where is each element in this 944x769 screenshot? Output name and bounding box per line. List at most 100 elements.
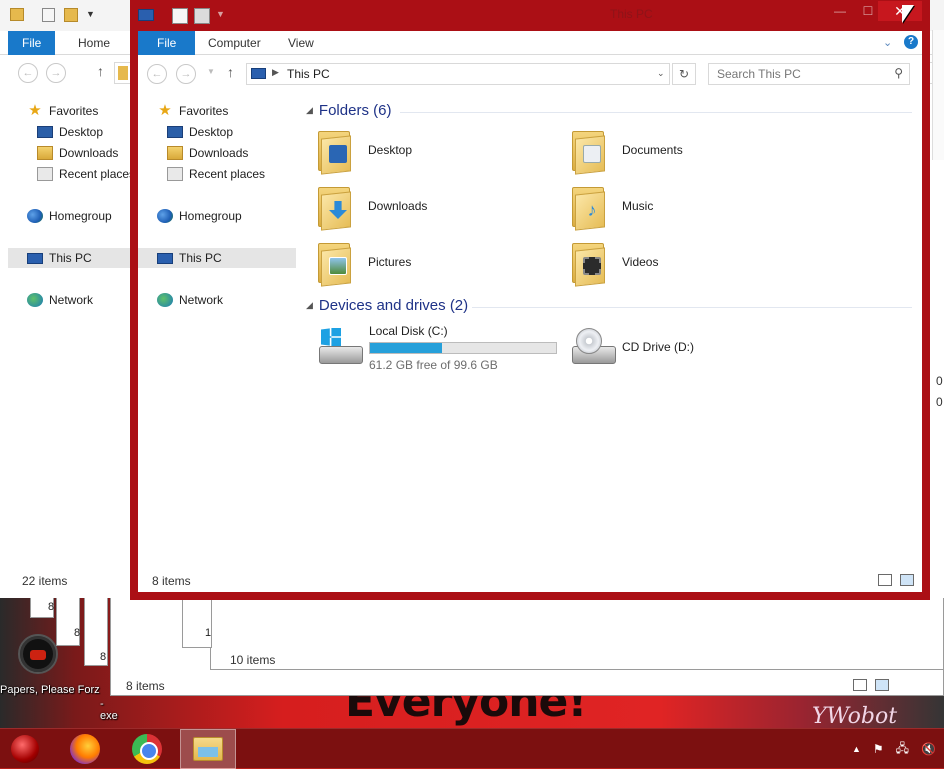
sidebar-item-recent-places[interactable]: Recent places <box>167 167 265 181</box>
recent-locations-icon[interactable]: ▼ <box>207 67 215 76</box>
folder-desktop[interactable]: Desktop <box>318 127 412 175</box>
edge-value: 0 <box>936 395 943 409</box>
computer-icon <box>27 252 43 264</box>
drive-name: Local Disk (C:) <box>369 324 448 338</box>
details-view-icon[interactable] <box>878 574 892 586</box>
search-input[interactable]: Search This PC ⚲ <box>708 63 910 85</box>
properties-icon[interactable] <box>172 8 188 24</box>
new-folder-icon[interactable] <box>64 8 78 22</box>
close-button[interactable]: ✕ <box>878 1 922 21</box>
status-item-count: 22 items <box>22 574 68 588</box>
tab-computer[interactable]: Computer <box>194 31 275 55</box>
sidebar-item-homegroup[interactable]: Homegroup <box>157 209 242 223</box>
taskbar-firefox[interactable] <box>60 729 110 769</box>
status-item-count: 10 items <box>230 653 276 667</box>
computer-icon <box>138 9 154 21</box>
folder-videos[interactable]: Videos <box>572 239 658 287</box>
folder-music[interactable]: ♪ Music <box>572 183 653 231</box>
search-icon[interactable]: ⚲ <box>894 66 903 80</box>
folder-icon <box>318 127 352 175</box>
drive-usage-fill <box>370 343 442 353</box>
breadcrumb-chevron-icon[interactable]: ▶ <box>272 67 279 78</box>
folder-downloads[interactable]: Downloads <box>318 183 427 231</box>
up-button[interactable]: ↑ <box>227 64 234 80</box>
folder-documents[interactable]: Documents <box>572 127 683 175</box>
tab-file[interactable]: File <box>8 31 56 55</box>
hard-drive-icon <box>317 326 365 366</box>
sidebar-item-this-pc[interactable]: This PC <box>27 251 92 265</box>
taskbar-file-explorer[interactable] <box>180 729 236 769</box>
divider <box>472 307 912 308</box>
star-icon: ★ <box>158 102 172 119</box>
sidebar-item-downloads[interactable]: Downloads <box>37 146 118 160</box>
sidebar-item-favorites[interactable]: ★ Favorites <box>157 102 228 119</box>
network-tray-icon[interactable]: 🖧 <box>896 739 909 760</box>
sidebar-item-this-pc[interactable]: This PC <box>157 251 222 265</box>
refresh-button[interactable]: ↻ <box>672 63 696 85</box>
sidebar-item-homegroup[interactable]: Homegroup <box>27 209 112 223</box>
desktop-shortcut-label-ext: -exe <box>100 698 118 722</box>
details-view-icon[interactable] <box>853 679 867 691</box>
downloads-icon <box>37 146 53 160</box>
forward-button[interactable]: → <box>46 63 66 83</box>
homegroup-icon <box>27 209 43 223</box>
explorer-window-front[interactable]: File Computer View ⌄ ? ← → ▼ ↑ ▶ This PC… <box>138 31 922 592</box>
divider <box>400 112 912 113</box>
sidebar-item-desktop[interactable]: Desktop <box>167 125 233 139</box>
mouse-cursor <box>902 5 914 23</box>
tab-home[interactable]: Home <box>64 31 124 55</box>
volume-muted-icon[interactable]: 🔇 <box>921 742 936 756</box>
network-icon <box>27 293 43 307</box>
game-icon <box>18 634 58 674</box>
sidebar-item-network[interactable]: Network <box>157 293 223 307</box>
firefox-icon <box>70 734 100 764</box>
properties-icon[interactable] <box>42 8 55 22</box>
forward-button[interactable]: → <box>176 64 196 84</box>
help-icon[interactable]: ? <box>904 35 918 49</box>
sidebar-item-network[interactable]: Network <box>27 293 93 307</box>
drive-cd-d[interactable]: CD Drive (D:) <box>570 324 770 372</box>
breadcrumb[interactable]: This PC <box>287 67 330 81</box>
back-button[interactable]: ← <box>18 63 38 83</box>
refresh-icon: ↻ <box>678 67 690 81</box>
star-icon: ★ <box>28 102 42 119</box>
taskbar-chrome[interactable] <box>122 729 172 769</box>
desktop-icon <box>167 126 183 138</box>
tab-file[interactable]: File <box>138 31 196 55</box>
group-header-folders[interactable]: ◢ Folders (6) <box>306 102 391 119</box>
edge-value: 0 <box>936 374 943 388</box>
sidebar-item-desktop[interactable]: Desktop <box>37 125 103 139</box>
back-button[interactable]: ← <box>147 64 167 84</box>
homegroup-icon <box>157 209 173 223</box>
large-icons-view-icon[interactable] <box>900 574 914 586</box>
sidebar-item-favorites[interactable]: ★ Favorites <box>27 102 98 119</box>
expand-ribbon-icon[interactable]: ⌄ <box>883 36 892 49</box>
action-center-flag-icon[interactable]: ⚑ <box>873 742 884 756</box>
sidebar-item-recent-places[interactable]: Recent places <box>37 167 135 181</box>
start-orb-icon <box>11 735 39 763</box>
large-icons-view-icon[interactable] <box>875 679 889 691</box>
sidebar-item-downloads[interactable]: Downloads <box>167 146 248 160</box>
chevron-down-icon[interactable]: ▼ <box>216 9 225 19</box>
chevron-down-icon[interactable]: ▼ <box>86 9 95 19</box>
rename-icon[interactable] <box>194 8 210 24</box>
drive-usage-bar <box>369 342 557 354</box>
show-hidden-icons-icon[interactable]: ▲ <box>852 744 861 754</box>
system-tray: ▲ ⚑ 🖧 🔇 <box>852 729 936 769</box>
chrome-icon <box>132 734 162 764</box>
address-bar[interactable]: ▶ This PC ⌄ <box>246 63 670 85</box>
group-header-devices[interactable]: ◢ Devices and drives (2) <box>306 297 468 314</box>
pictures-folder-icon <box>318 239 352 287</box>
address-dropdown-icon[interactable]: ⌄ <box>657 68 665 79</box>
up-button[interactable]: ↑ <box>97 63 104 79</box>
folder-pictures[interactable]: Pictures <box>318 239 411 287</box>
start-button[interactable] <box>0 729 50 769</box>
drive-local-disk-c[interactable]: Local Disk (C:) 61.2 GB free of 99.6 GB <box>317 324 577 372</box>
downloads-icon <box>167 146 183 160</box>
tile-d: 1 <box>182 596 212 648</box>
tab-view[interactable]: View <box>274 31 328 55</box>
title-bar[interactable]: ▼ This PC — ☐ ✕ <box>130 0 930 31</box>
explorer-window-b[interactable]: 10 items <box>210 596 944 670</box>
minimize-button[interactable]: — <box>826 1 854 21</box>
taskbar: ▲ ⚑ 🖧 🔇 <box>0 728 944 769</box>
